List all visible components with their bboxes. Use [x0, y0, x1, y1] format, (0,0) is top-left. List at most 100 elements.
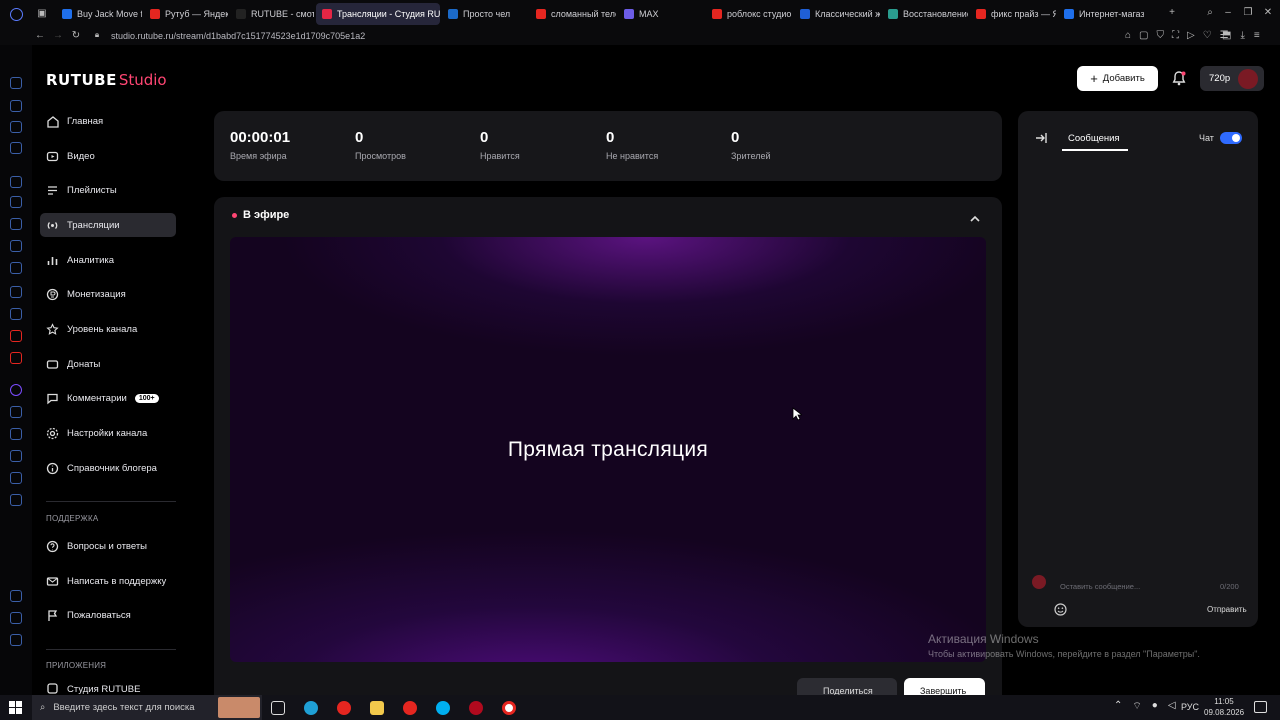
side-rail-app-icon[interactable] — [10, 176, 22, 188]
back-icon[interactable]: ← — [34, 30, 46, 41]
extensions-icon[interactable]: ⬒ — [1222, 30, 1231, 41]
volume-icon[interactable]: ◁ — [1168, 700, 1176, 713]
browser-logo-icon[interactable] — [10, 8, 23, 21]
maximize-icon[interactable]: ❐ — [1242, 7, 1254, 18]
clock[interactable]: 11:05 09.08.2026 — [1204, 696, 1244, 718]
chat-avatar — [1032, 575, 1046, 589]
reload-icon[interactable]: ↻ — [70, 30, 82, 41]
menu-icon[interactable]: ≡ — [1254, 30, 1260, 41]
yandex-icon[interactable] — [337, 701, 351, 715]
side-rail-app-icon[interactable] — [10, 262, 22, 274]
side-rail-app-icon[interactable] — [10, 240, 22, 252]
close-icon[interactable]: ✕ — [1262, 7, 1274, 18]
side-rail-app-icon[interactable] — [10, 100, 22, 112]
sidebar-item-video[interactable]: Видео — [40, 144, 176, 168]
notification-bell-icon[interactable] — [1171, 70, 1187, 86]
browser-tab[interactable]: MAX — [618, 3, 704, 25]
browser-tab[interactable]: фикс прайз — Я — [970, 3, 1056, 25]
side-rail-app-icon[interactable] — [10, 450, 22, 462]
message-input[interactable]: Оставить сообщение... — [1060, 582, 1140, 591]
opera-icon[interactable] — [469, 701, 483, 715]
browser-tab[interactable]: Восстановление — [882, 3, 968, 25]
browser-tab[interactable]: Классический ж — [794, 3, 880, 25]
side-rail-app-icon[interactable] — [10, 352, 22, 364]
side-rail-app-icon[interactable] — [10, 286, 22, 298]
avatar[interactable] — [1238, 69, 1258, 89]
translate-icon[interactable]: ⛶ — [1172, 30, 1179, 41]
sidebar-item-mail[interactable]: Написать в поддержку — [40, 569, 176, 593]
sidebar-item-flag[interactable]: Пожаловаться — [40, 603, 176, 627]
browser-tab[interactable]: сломанный теле — [530, 3, 616, 25]
browser-tab[interactable]: RUTUBE - смотр — [230, 3, 314, 25]
forward-icon[interactable]: → — [52, 30, 64, 41]
favorites-icon[interactable]: ♡ — [1203, 30, 1212, 41]
side-rail-app-icon[interactable] — [10, 142, 22, 154]
chat-toggle[interactable] — [1220, 132, 1242, 144]
collapse-panel-icon[interactable] — [1034, 131, 1048, 145]
minimize-icon[interactable]: – — [1222, 7, 1234, 18]
sidebar-item-donate[interactable]: Донаты — [40, 352, 176, 376]
video-player[interactable]: Прямая трансляция — [230, 237, 986, 662]
side-rail-app-icon[interactable] — [10, 590, 22, 602]
url-field[interactable]: studio.rutube.ru/stream/d1babd7c15177452… — [111, 31, 365, 41]
add-button[interactable]: + Добавить — [1077, 66, 1158, 91]
tab-messages[interactable]: Сообщения — [1068, 133, 1120, 144]
browser-tab[interactable]: Рутуб — Яндекс — [144, 3, 228, 25]
sidebar-item-studio-app[interactable]: Студия RUTUBE — [40, 683, 176, 695]
quality-avatar-button[interactable]: 720p — [1200, 66, 1264, 91]
side-rail-app-icon[interactable] — [10, 634, 22, 646]
sidebar-item-settings[interactable]: Настройки канала — [40, 421, 176, 445]
side-rail-app-icon[interactable] — [10, 406, 22, 418]
windows-start-icon[interactable] — [9, 701, 22, 714]
rutube-studio-logo[interactable]: RUTUBE Studio — [46, 71, 167, 89]
sidebar-item-level[interactable]: Уровень канала — [40, 317, 176, 341]
collapse-chevron-icon[interactable] — [969, 211, 981, 222]
side-rail-app-icon[interactable] — [10, 77, 22, 89]
side-rail-app-icon[interactable] — [10, 308, 22, 320]
browser-tab[interactable]: Интернет-магаз — [1058, 3, 1144, 25]
side-rail-app-icon[interactable] — [10, 218, 22, 230]
side-rail-app-icon[interactable] — [10, 494, 22, 506]
emoji-icon[interactable] — [1054, 603, 1067, 616]
side-rail-app-icon[interactable] — [10, 384, 22, 396]
tab-menu-icon[interactable]: ▣ — [36, 8, 48, 19]
notifications-icon[interactable] — [1254, 701, 1267, 713]
browser-tab[interactable]: Трансляции - Студия RUT — [316, 3, 440, 25]
skype-icon[interactable] — [436, 701, 450, 715]
browser-tab[interactable]: Buy Jack Move f — [56, 3, 142, 25]
sidebar-item-question[interactable]: Вопросы и ответы — [40, 534, 176, 558]
mic-icon[interactable]: ● — [1152, 700, 1158, 713]
sidebar-item-home[interactable]: Главная — [40, 109, 176, 133]
send-button[interactable]: Отправить — [1207, 605, 1247, 614]
tray-chevron-icon[interactable]: ⌃ — [1114, 700, 1122, 713]
browser-tab[interactable]: роблокс студио — [706, 3, 792, 25]
sidebar-item-money[interactable]: Монетизация — [40, 282, 176, 306]
obs-icon[interactable] — [502, 701, 516, 715]
side-rail-app-icon[interactable] — [10, 472, 22, 484]
sidebar-item-analytics[interactable]: Аналитика — [40, 248, 176, 272]
taskbar-search-input[interactable]: Введите здесь текст для поиска — [53, 702, 194, 713]
task-view-icon[interactable] — [271, 701, 285, 715]
edge-icon[interactable] — [304, 701, 318, 715]
sidebar-item-playlist[interactable]: Плейлисты — [40, 178, 176, 202]
side-rail-app-icon[interactable] — [10, 428, 22, 440]
browser-tab[interactable]: Просто чел — [442, 3, 528, 25]
side-rail-app-icon[interactable] — [10, 330, 22, 342]
play-icon[interactable]: ▷ — [1187, 30, 1195, 41]
side-rail-app-icon[interactable] — [10, 121, 22, 133]
sidebar-item-comments[interactable]: Комментарии 100+ — [40, 386, 176, 410]
yandex-browser-icon[interactable] — [403, 701, 417, 715]
language-indicator[interactable]: РУС — [1181, 702, 1199, 712]
network-icon[interactable]: ⌔ — [1132, 700, 1141, 713]
side-rail-app-icon[interactable] — [10, 612, 22, 624]
file-explorer-icon[interactable] — [370, 701, 384, 715]
sidebar-item-info[interactable]: Справочник блогера — [40, 456, 176, 480]
shield-icon[interactable]: ⛉ — [1157, 30, 1165, 41]
side-rail-app-icon[interactable] — [10, 196, 22, 208]
download-icon[interactable]: ⤓ — [1240, 30, 1244, 41]
screenshot-icon[interactable]: ▢ — [1139, 30, 1148, 41]
new-tab-icon[interactable]: + — [1166, 7, 1178, 18]
bookmark-icon[interactable]: ⌂ — [1125, 30, 1131, 41]
search-icon[interactable]: ⌕ — [1204, 7, 1216, 18]
sidebar-item-broadcast[interactable]: Трансляции — [40, 213, 176, 237]
